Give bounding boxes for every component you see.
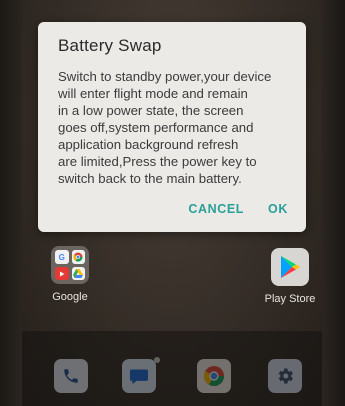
youtube-mini-icon bbox=[55, 267, 69, 280]
phone-screen: G Google Play Store Battery Swap Switch … bbox=[22, 0, 322, 406]
drive-mini-icon bbox=[71, 267, 85, 280]
google-folder-icon: G bbox=[51, 246, 89, 284]
google-g-icon: G bbox=[55, 250, 69, 264]
google-folder[interactable]: G Google bbox=[30, 246, 110, 303]
dialog-message: Switch to standby power,your device will… bbox=[58, 69, 272, 186]
play-store-label: Play Store bbox=[264, 293, 316, 305]
phone-icon[interactable] bbox=[54, 359, 88, 393]
dialog-actions: CANCEL OK bbox=[176, 196, 306, 222]
chrome-mini-icon bbox=[71, 250, 85, 264]
google-folder-label: Google bbox=[52, 291, 88, 303]
dialog-title: Battery Swap bbox=[58, 36, 162, 55]
battery-swap-dialog: Battery Swap Switch to standby power,you… bbox=[38, 22, 306, 232]
play-store-icon bbox=[271, 248, 309, 286]
chrome-icon[interactable] bbox=[197, 359, 231, 393]
settings-icon[interactable] bbox=[268, 359, 302, 393]
play-store-app[interactable]: Play Store bbox=[250, 248, 322, 305]
ok-button[interactable]: OK bbox=[256, 196, 306, 222]
notification-dot bbox=[154, 357, 160, 363]
messages-icon[interactable] bbox=[122, 359, 156, 393]
cancel-button[interactable]: CANCEL bbox=[176, 196, 256, 222]
